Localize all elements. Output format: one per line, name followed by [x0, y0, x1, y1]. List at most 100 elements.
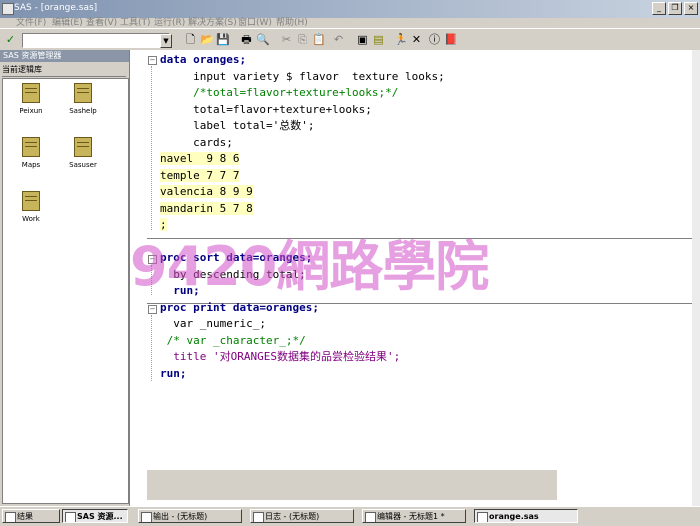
save-icon[interactable]: 💾 [216, 33, 230, 46]
library-drawer-icon [74, 137, 92, 157]
library-label: Maps [21, 161, 41, 169]
code-line: navel 9 8 6 [160, 151, 690, 168]
library-maps[interactable]: Maps [11, 137, 51, 169]
code-text: run; [160, 366, 187, 380]
cut-icon[interactable]: ✂ [280, 33, 293, 46]
menu-tools[interactable]: 工具(T) [120, 15, 151, 28]
task-label: 日志 - (无标题) [265, 512, 320, 521]
menu-run[interactable]: 运行(R) [154, 15, 185, 28]
new-file-icon[interactable]: 🗋 [184, 33, 197, 46]
menu-help[interactable]: 帮助(H) [276, 15, 308, 28]
editor-window-icon [365, 512, 376, 522]
code-line: var _numeric_; [160, 316, 690, 333]
copy-icon[interactable]: ⎘ [296, 33, 309, 46]
book-icon[interactable]: 📕 [444, 33, 458, 46]
task-log[interactable]: 日志 - (无标题) [250, 509, 354, 523]
explorer-subheader: 当前逻辑库 [2, 64, 126, 77]
library-label: Sashelp [69, 107, 97, 115]
code-line: temple 7 7 7 [160, 168, 690, 185]
menu-bar: 文件(F) 编辑(E) 查看(V) 工具(T) 运行(R) 解决方案(S) 窗口… [0, 13, 700, 28]
code-text: title '对ORANGES数据集的品尝检验结果'; [160, 350, 401, 363]
menu-solutions[interactable]: 解决方案(S) [188, 15, 237, 28]
code-line: proc print data=oranges; [160, 300, 690, 317]
print-icon[interactable]: 🖶 [240, 33, 253, 46]
command-dropdown-button[interactable]: ▼ [160, 34, 172, 48]
open-folder-icon[interactable]: 📂 [200, 33, 214, 46]
watermark-text: 9420網路學院 [130, 235, 489, 298]
code-line: label total='总数'; [160, 118, 690, 135]
task-editor[interactable]: 编辑器 - 无标题1 * [362, 509, 466, 523]
library-list: Peixun Sashelp Maps Sasuser Work [2, 78, 129, 504]
task-label: orange.sas [489, 512, 539, 521]
run-submit-icon[interactable]: 🏃 [394, 33, 408, 46]
library-peixun[interactable]: Peixun [11, 83, 51, 115]
fold-guide [151, 315, 152, 381]
menu-window[interactable]: 窗口(W) [238, 15, 272, 28]
toolbar: ✓ ▼ 🗋 📂 💾 🖶 🔍 ✂ ⎘ 📋 ↶ ▣ ▤ 🏃 ✕ ⓘ 📕 [0, 28, 700, 52]
paste-icon[interactable]: 📋 [312, 33, 326, 46]
code-line: cards; [160, 135, 690, 152]
results-icon [5, 512, 16, 522]
task-orange-sas[interactable]: orange.sas [474, 509, 578, 523]
code-text: data oranges; [160, 53, 247, 66]
results-tab-label: 结果 [17, 512, 33, 521]
code-text: total=flavor+texture+looks; [160, 102, 372, 116]
menu-file[interactable]: 文件(F) [16, 15, 46, 28]
library-label: Work [22, 215, 40, 223]
code-text: /*total=flavor+texture+looks;*/ [160, 86, 399, 99]
explorer-tab-icon [65, 512, 76, 522]
program-window-icon [477, 512, 488, 522]
collapse-data-step-icon[interactable]: − [148, 56, 157, 65]
code-line: valencia 8 9 9 [160, 184, 690, 201]
datalines-text: navel 9 8 6 [160, 152, 240, 165]
fold-guide [151, 66, 152, 230]
datalines-text: temple 7 7 7 [160, 168, 240, 182]
library-label: Peixun [19, 107, 43, 115]
code-text: /* var _character_;*/ [160, 333, 306, 347]
library-sasuser[interactable]: Sasuser [63, 137, 103, 169]
log-window-icon [253, 512, 264, 522]
vertical-scrollbar[interactable] [692, 50, 700, 506]
code-text: proc print data=oranges; [160, 300, 319, 314]
code-text: var _numeric_; [160, 317, 266, 330]
library-work[interactable]: Work [11, 191, 51, 223]
explorer-tab[interactable]: SAS 资源... [62, 509, 128, 523]
code-line: title '对ORANGES数据集的品尝检验结果'; [160, 349, 690, 366]
task-output[interactable]: 输出 - (无标题) [138, 509, 242, 523]
horizontal-scrollbar[interactable] [147, 470, 557, 500]
library-drawer-icon [22, 83, 40, 103]
code-line: total=flavor+texture+looks; [160, 102, 690, 119]
datalines-text: mandarin 5 7 8 [160, 201, 253, 215]
collapse-proc-print-icon[interactable]: − [148, 305, 157, 314]
command-box[interactable] [22, 33, 170, 48]
library-sashelp[interactable]: Sashelp [63, 83, 103, 115]
explorer-icon[interactable]: ▤ [372, 33, 385, 46]
code-line: mandarin 5 7 8 [160, 201, 690, 218]
code-line: data oranges; [160, 52, 690, 69]
menu-edit[interactable]: 编辑(E) [52, 15, 83, 28]
code-line: /* var _character_;*/ [160, 333, 690, 350]
new-library-icon[interactable]: ▣ [356, 33, 369, 46]
explorer-pane: SAS 资源管理器 当前逻辑库 Peixun Sashelp Maps Sasu… [0, 50, 129, 506]
results-tab[interactable]: 结果 [2, 509, 60, 523]
code-line: input variety $ flavor texture looks; [160, 69, 690, 86]
task-label: 编辑器 - 无标题1 * [377, 512, 445, 521]
help-icon[interactable]: ⓘ [428, 33, 441, 46]
datalines-text: valencia 8 9 9 [160, 185, 253, 198]
menu-view[interactable]: 查看(V) [86, 15, 117, 28]
submit-check-icon[interactable]: ✓ [4, 33, 17, 46]
library-drawer-icon [74, 83, 92, 103]
library-label: Sasuser [69, 161, 97, 169]
code-line: run; [160, 366, 690, 383]
explorer-tab-label: SAS 资源... [77, 512, 123, 521]
code-text: label total='总数'; [160, 119, 315, 132]
window-bar: 结果 SAS 资源... 输出 - (无标题) 日志 - (无标题) 编辑器 -… [0, 506, 700, 526]
output-window-icon [141, 512, 152, 522]
task-label: 输出 - (无标题) [153, 512, 208, 521]
clear-icon[interactable]: ✕ [410, 33, 423, 46]
undo-icon[interactable]: ↶ [332, 33, 345, 46]
code-text: input variety $ flavor texture looks; [160, 69, 445, 83]
print-preview-icon[interactable]: 🔍 [256, 33, 270, 46]
code-area[interactable]: data oranges; input variety $ flavor tex… [160, 52, 690, 382]
explorer-header: SAS 资源管理器 [0, 50, 129, 62]
